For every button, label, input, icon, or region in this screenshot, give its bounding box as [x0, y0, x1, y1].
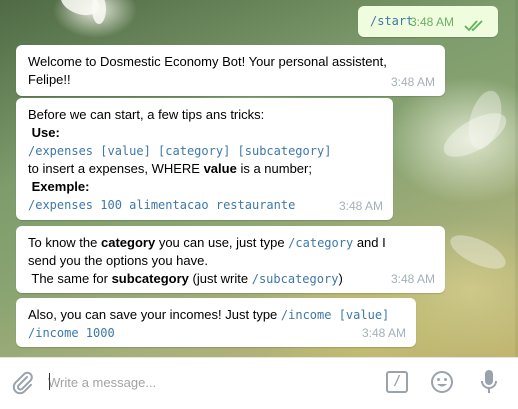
message-text: and I	[353, 235, 386, 250]
text-caret	[49, 373, 50, 390]
message-input[interactable]	[48, 371, 368, 393]
message-text: The same for	[28, 271, 112, 286]
incoming-message-income[interactable]: Also, you can save your incomes! Just ty…	[16, 298, 416, 347]
message-line: To know the category you can use, just t…	[28, 234, 433, 252]
message-line: Also, you can save your incomes! Just ty…	[28, 306, 404, 324]
message-line: Exemple:	[28, 178, 381, 196]
double-check-icon	[464, 20, 483, 32]
message-text: )	[338, 271, 343, 286]
smiley-icon[interactable]	[430, 370, 454, 394]
use-label: Use:	[31, 125, 60, 140]
message-text: to insert a expenses, WHERE	[28, 161, 204, 176]
paperclip-icon[interactable]	[10, 370, 36, 396]
message-text: (just write	[188, 271, 252, 286]
message-time: 3:48 AM	[338, 199, 383, 213]
message-text: is a number;	[236, 161, 312, 176]
message-line: The same for subcategory (just write /su…	[28, 270, 433, 288]
example-label: Exemple:	[31, 179, 90, 194]
message-text: To know the	[28, 235, 101, 250]
incoming-message-category[interactable]: To know the category you can use, just t…	[16, 226, 445, 293]
message-time: 3:48 AM	[409, 15, 454, 29]
message-composer: /	[0, 357, 518, 409]
message-text: send you the options you have.	[28, 253, 208, 268]
example-command-link[interactable]: /expenses 100 alimentacao restaurante	[28, 198, 295, 212]
message-text: Felipe!!	[28, 72, 71, 87]
microphone-icon[interactable]	[478, 368, 500, 396]
outgoing-command-text[interactable]: /start	[370, 14, 413, 28]
outgoing-message[interactable]: /start 3:48 AM	[358, 6, 498, 37]
expenses-command-link[interactable]: /expenses [value] [category] [subcategor…	[28, 144, 331, 158]
message-line: Use:	[28, 124, 381, 142]
message-time: 3:48 AM	[390, 75, 435, 89]
message-time: 3:48 AM	[361, 326, 406, 340]
message-line: /expenses [value] [category] [subcategor…	[28, 142, 381, 160]
background-flower-petal	[445, 228, 511, 276]
bot-commands-button[interactable]: /	[386, 371, 408, 393]
income-example-command-link[interactable]: /income 1000	[28, 326, 115, 340]
income-command-link[interactable]: /income [value]	[281, 308, 389, 322]
message-line: to insert a expenses, WHERE value is a n…	[28, 160, 381, 178]
message-text: you can use, just type	[155, 235, 289, 250]
message-bold-text: category	[101, 235, 156, 250]
subcategory-command-link[interactable]: /subcategory	[252, 272, 339, 286]
message-text: Before we can start, a few tips ans tric…	[28, 107, 265, 122]
category-command-link[interactable]: /category	[288, 236, 353, 250]
message-line: /income 1000	[28, 324, 404, 342]
message-bold-text: value	[203, 161, 237, 176]
background-flower-petal	[92, 0, 106, 24]
message-text: Welcome to Dosmestic Economy Bot! Your p…	[28, 54, 387, 69]
incoming-message-welcome[interactable]: Welcome to Dosmestic Economy Bot! Your p…	[16, 45, 445, 96]
message-line: /expenses 100 alimentacao restaurante	[28, 196, 381, 214]
incoming-message-tips[interactable]: Before we can start, a few tips ans tric…	[16, 98, 393, 220]
message-time: 3:48 AM	[390, 272, 435, 286]
message-text: Also, you can save your incomes! Just ty…	[28, 307, 281, 322]
message-bold-text: subcategory	[111, 271, 189, 286]
